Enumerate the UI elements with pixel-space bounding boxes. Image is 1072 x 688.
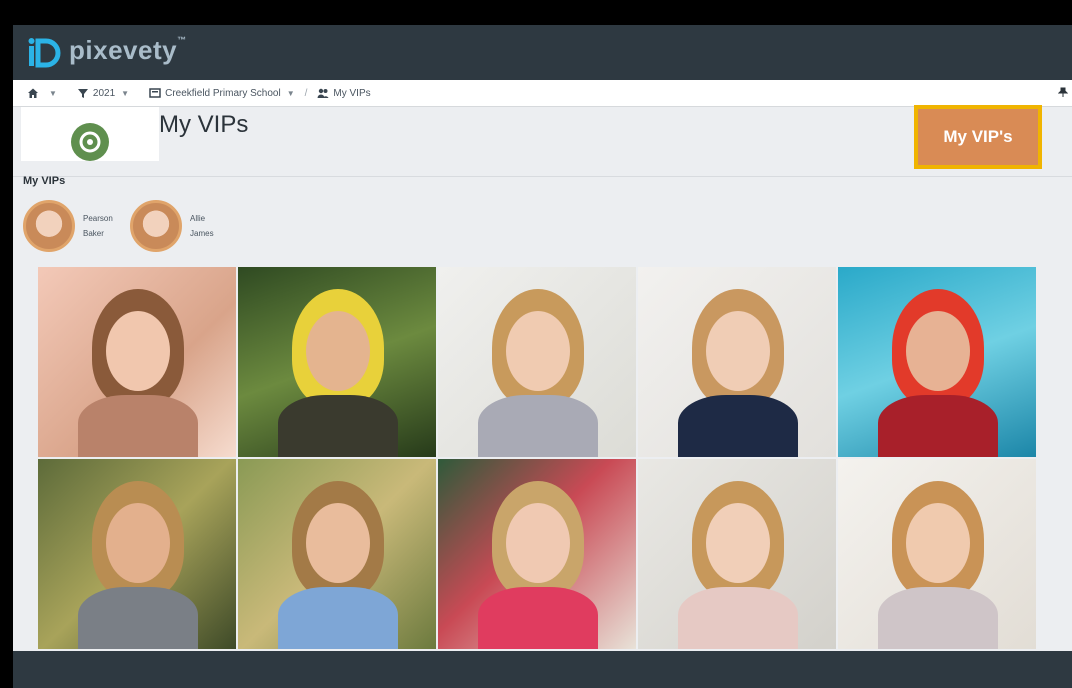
photo-body <box>878 395 998 457</box>
home-icon <box>28 88 38 98</box>
chevron-down-icon: ▼ <box>286 88 295 98</box>
photo-face <box>706 503 770 583</box>
photo-face <box>106 311 170 391</box>
chevron-down-icon: ▼ <box>49 88 57 98</box>
breadcrumb-separator: / <box>304 87 308 99</box>
vip-last-name: Baker <box>83 229 104 238</box>
logo-trademark: ™ <box>177 35 187 45</box>
photo-face <box>306 503 370 583</box>
users-icon <box>317 88 329 98</box>
photo-face <box>906 503 970 583</box>
photo-body <box>278 395 398 457</box>
photo-face <box>906 311 970 391</box>
vip-first-name: Allie <box>190 214 206 223</box>
section-label: My VIPs <box>23 175 66 187</box>
photo-thumbnail[interactable] <box>238 459 436 649</box>
vip-name: Allie James <box>190 211 230 241</box>
vip-name: Pearson Baker <box>83 211 123 241</box>
avatar[interactable] <box>23 200 75 252</box>
photo-thumbnail[interactable] <box>438 267 636 457</box>
school-icon <box>149 88 161 98</box>
my-vips-button[interactable]: My VIP's <box>914 105 1042 169</box>
filter-icon <box>77 89 88 98</box>
photo-face <box>506 503 570 583</box>
vip-item[interactable]: Pearson Baker <box>23 200 123 252</box>
photo-thumbnail[interactable] <box>638 459 836 649</box>
pin-icon[interactable] <box>1058 87 1068 97</box>
breadcrumb-year-label: 2021 <box>92 87 116 99</box>
breadcrumb-school[interactable]: Creekfield Primary School ▼ <box>149 87 295 99</box>
app-logo-text[interactable]: pixevety™ <box>69 35 187 66</box>
photo-body <box>478 395 598 457</box>
header-divider <box>13 176 1072 177</box>
photo-body <box>278 587 398 649</box>
bottom-bar <box>13 651 1072 688</box>
photo-body <box>678 587 798 649</box>
photo-body <box>78 395 198 457</box>
vip-last-name: James <box>190 229 214 238</box>
breadcrumb: ▼ 2021 ▼ Creekfield Primary School ▼ / M… <box>13 80 1072 107</box>
app-header-bar: pixevety™ <box>13 25 1072 80</box>
breadcrumb-year[interactable]: 2021 ▼ <box>77 87 129 99</box>
school-logo-icon <box>71 123 109 161</box>
logo-wordmark: pixevety <box>69 35 178 65</box>
photo-thumbnail[interactable] <box>38 459 236 649</box>
vip-item[interactable]: Allie James <box>130 200 230 252</box>
photo-thumbnail[interactable] <box>838 459 1036 649</box>
breadcrumb-my-vips[interactable]: My VIPs <box>317 87 371 99</box>
breadcrumb-my-vips-label: My VIPs <box>333 87 371 99</box>
app-window: pixevety™ ▼ 2021 ▼ Creekfield Primary Sc… <box>13 11 1072 688</box>
chevron-down-icon: ▼ <box>121 88 130 98</box>
photo-body <box>678 395 798 457</box>
photo-face <box>306 311 370 391</box>
photo-thumbnail[interactable] <box>238 267 436 457</box>
breadcrumb-school-label: Creekfield Primary School <box>165 87 281 99</box>
photo-body <box>478 587 598 649</box>
photo-body <box>78 587 198 649</box>
photo-face <box>706 311 770 391</box>
photo-thumbnail[interactable] <box>438 459 636 649</box>
photo-body <box>878 587 998 649</box>
vip-first-name: Pearson <box>83 214 113 223</box>
page-title: My VIPs <box>159 111 249 138</box>
avatar[interactable] <box>130 200 182 252</box>
photo-face <box>506 311 570 391</box>
photo-thumbnail[interactable] <box>838 267 1036 457</box>
window-top-strip <box>13 11 1072 25</box>
photo-grid <box>38 267 1036 649</box>
photo-thumbnail[interactable] <box>638 267 836 457</box>
pixevety-logo-icon[interactable] <box>26 35 62 71</box>
breadcrumb-home[interactable]: ▼ <box>27 87 57 99</box>
photo-face <box>106 503 170 583</box>
photo-thumbnail[interactable] <box>38 267 236 457</box>
